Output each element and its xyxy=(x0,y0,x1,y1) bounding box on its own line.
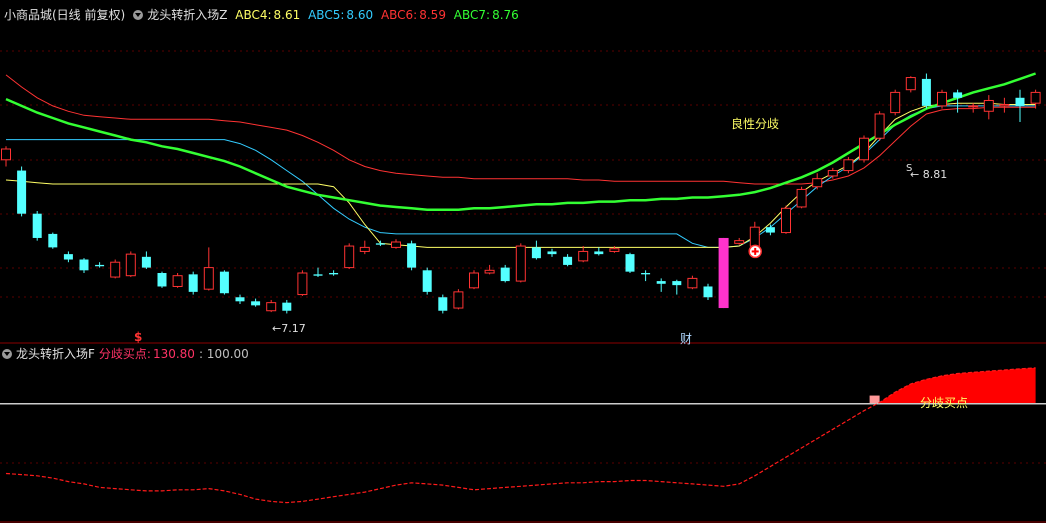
candle-body-up xyxy=(843,159,854,172)
candle-body-down xyxy=(765,227,775,233)
candle-body-down xyxy=(235,297,245,302)
candle-body-up xyxy=(905,77,916,91)
candle-body-up xyxy=(359,246,370,252)
candle-body-down xyxy=(141,256,151,268)
candle-body-up xyxy=(110,261,121,278)
ma5-label: ABC5: xyxy=(308,8,345,22)
candle-body-up xyxy=(874,113,885,139)
candle-body-down xyxy=(219,271,229,294)
ma7-value: 8.76 xyxy=(492,8,519,22)
candle-body-up xyxy=(859,137,869,161)
sub-indicator-name: 龙头转折入场F xyxy=(16,347,95,361)
candle-body-down xyxy=(63,254,73,260)
buy-point-bar xyxy=(869,395,880,404)
ma4-value: 8.61 xyxy=(273,8,301,22)
candle-body-down xyxy=(282,302,292,311)
dollar-mark: $ xyxy=(134,330,143,344)
candle-body-up xyxy=(781,207,791,234)
sub-level: : 100.00 xyxy=(198,347,249,361)
ma6-label: ABC6: xyxy=(380,8,418,22)
candle-body-up xyxy=(796,188,807,208)
candle-body-down xyxy=(438,297,448,311)
candle-body-up xyxy=(734,240,745,244)
candle-body-up xyxy=(812,178,823,188)
candle-body-up xyxy=(484,269,495,274)
candle-body-down xyxy=(17,170,27,214)
dropdown-icon[interactable] xyxy=(2,349,12,359)
candle-body-up xyxy=(827,170,838,177)
high-price-label: ← 8.81 xyxy=(910,168,948,181)
ma6-value: 8.59 xyxy=(419,8,446,22)
candle-body-up xyxy=(749,226,760,247)
main-header: 小商品城(日线 前复权) 龙头转折入场Z ABC4: 8.61 ABC5: 8.60 … xyxy=(4,6,523,24)
candle-body-down xyxy=(313,274,323,276)
ma7-line xyxy=(5,72,1037,211)
candle-body-down xyxy=(188,274,198,292)
candle-body-up xyxy=(515,245,526,282)
sub-value: 130.80 xyxy=(152,347,195,361)
candle-body-up xyxy=(453,291,464,309)
candle-body-down xyxy=(703,286,713,298)
low-price-label: ←7.17 xyxy=(272,322,306,335)
sub-header: 龙头转折入场F 分歧买点: 130.80: 100.00 xyxy=(2,345,253,363)
candle-body-down xyxy=(953,92,963,98)
candle-body-down xyxy=(500,267,510,282)
candle-body-up xyxy=(266,302,277,312)
candle-body-up xyxy=(469,272,479,289)
candle-body-up xyxy=(609,248,620,252)
benign-divergence-label: 良性分歧 xyxy=(731,117,780,131)
indicator-name: 龙头转折入场Z xyxy=(147,8,228,22)
candle-body-up xyxy=(391,241,401,248)
candle-body-down xyxy=(329,273,339,275)
candle-body-up xyxy=(999,104,1010,107)
candle-body-up xyxy=(890,91,901,114)
candle-body-up xyxy=(578,250,589,262)
sub-value-label: 分歧买点: xyxy=(98,347,151,361)
candle-body-up xyxy=(125,253,136,277)
candle-body-up xyxy=(172,275,183,287)
candle-body-up xyxy=(1030,91,1041,104)
ma5-value: 8.60 xyxy=(346,8,374,22)
candle-body-down xyxy=(48,233,58,248)
s-mark: S xyxy=(906,163,913,174)
stock-label: 小商品城(日线 前复权) xyxy=(4,8,126,22)
signal-bar xyxy=(718,237,729,309)
candle-body-down xyxy=(672,281,682,286)
candle-body-down xyxy=(656,281,666,284)
candle-body-down xyxy=(921,78,931,106)
candle-body-up xyxy=(1,148,11,161)
cai-mark: 财 xyxy=(680,332,693,346)
candle-body-down xyxy=(95,264,105,267)
candle-body-down xyxy=(375,243,385,245)
candle-body-down xyxy=(79,259,89,271)
candle-body-up xyxy=(687,277,698,289)
candle-body-up xyxy=(983,99,994,112)
dropdown-icon[interactable] xyxy=(133,10,144,20)
candle-body-down xyxy=(594,251,604,255)
buy-point-label: 分歧买点 xyxy=(920,396,969,410)
candle-body-up xyxy=(937,91,947,107)
candle-body-down xyxy=(641,273,651,275)
chart-canvas xyxy=(0,50,1046,523)
candle-body-up xyxy=(203,267,214,290)
candle-body-down xyxy=(157,273,167,287)
candle-body-up xyxy=(297,272,308,296)
ma7-label: ABC7: xyxy=(453,8,491,22)
candle-body-down xyxy=(563,256,573,265)
candle-body-down xyxy=(547,251,557,255)
candle-body-down xyxy=(422,270,432,292)
ma4-label: ABC4: xyxy=(235,8,272,22)
candle-body-up xyxy=(344,245,355,269)
candle-body-down xyxy=(1015,97,1025,106)
candle-body-up xyxy=(968,105,979,108)
sub-series-line xyxy=(5,367,1036,504)
candle-body-down xyxy=(625,254,635,272)
candle-body-down xyxy=(531,247,541,259)
candle-body-down xyxy=(32,213,42,238)
candle-body-down xyxy=(251,301,261,306)
candle-body-down xyxy=(407,243,417,268)
